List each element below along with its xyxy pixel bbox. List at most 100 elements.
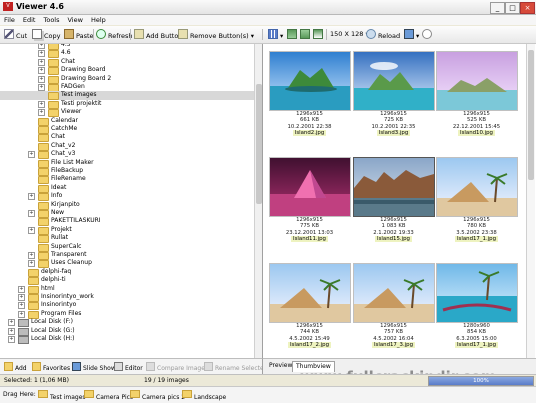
tree-item[interactable]: PAKETTILASKURI [0,217,254,227]
sort-desc-button[interactable] [300,29,312,40]
tree-item[interactable]: + Viewer [0,108,254,118]
sort-button[interactable] [287,29,299,40]
menu-help[interactable]: Help [87,15,110,25]
tree-item[interactable]: FileRename [0,175,254,185]
tree-item[interactable]: + FADGen [0,83,254,92]
thumbnail-grid[interactable]: 1296x915 661 KB 10.2.2001 22:38 Island2.jpg… [263,44,536,358]
expand-icon[interactable]: + [28,151,35,159]
thumbnail-item[interactable]: 1296x915 525 KB 22.12.2001 15:45 Island10.j… [435,46,519,148]
thumbnail-image[interactable] [353,157,435,217]
expand-icon[interactable]: + [18,302,25,310]
tree-item[interactable]: + html [0,285,254,294]
compare-images-button[interactable]: Compare Images [146,362,208,374]
rename-selected-button[interactable]: Rename Selected [204,362,268,374]
tree-item[interactable]: File List Maker [0,159,254,168]
expand-icon[interactable]: + [8,327,15,335]
slide-show-button[interactable]: Slide Show [72,362,116,374]
expand-icon[interactable]: + [28,252,35,259]
tree-item[interactable]: + Transparent [0,251,254,260]
expand-icon[interactable]: + [38,67,45,75]
tree-item[interactable]: + Chat [0,58,254,67]
drag-folder-landscape[interactable]: Landscape [182,390,226,401]
thumbnail-item[interactable]: 1296x915 780 KB 3.5.2002 23:38 Island17_1.j… [435,152,519,254]
paste-button[interactable]: Paste [64,29,94,40]
tree-item[interactable]: +4.6 [0,49,254,59]
minimize-button[interactable]: _ [490,2,505,14]
thumbnail-scrollbar[interactable] [526,44,535,358]
tree-item[interactable]: Ideat [0,184,254,193]
tree-item[interactable]: FileBackup [0,167,254,176]
tree-item[interactable]: delphi-ti [0,276,254,286]
remove-buttons-button[interactable]: Remove Button(s) ▾ [178,29,254,40]
view-mode-button[interactable]: ▾ [268,29,283,40]
tree-scrollbar-thumb[interactable] [256,84,262,204]
thumbnail-item[interactable]: 1296x915 775 KB 23.12.2001 13:03 Island11.j… [268,152,352,254]
tree-item[interactable]: + Testi projektit [0,100,254,109]
maximize-button[interactable]: □ [505,2,520,14]
favorites-button[interactable]: Favorites ▾ [32,362,75,374]
expand-icon[interactable]: + [28,260,35,268]
tree-item[interactable]: + Insinorintyo [0,301,254,311]
drag-folder-camera-pics-2[interactable]: Camera pics 2 [130,390,185,401]
expand-icon[interactable]: + [28,210,35,217]
tree-item[interactable]: + Program Files [0,310,254,319]
expand-icon[interactable]: + [28,226,35,234]
help-button[interactable] [422,29,434,40]
tree-item[interactable]: delphi-faq [0,268,254,277]
tree-item[interactable]: + Local Disk (G:) [0,327,254,336]
display-button[interactable]: ▾ [404,29,419,40]
expand-icon[interactable]: + [38,75,45,83]
thumbnail-image[interactable] [353,263,435,323]
tree-item[interactable]: Kirjanpito [0,201,254,210]
copy-button[interactable]: Copy [32,29,61,40]
thumbnail-item[interactable]: 1296x915 661 KB 10.2.2001 22:38 Island2.jpg [268,46,352,148]
tree-item[interactable]: + Local Disk (F:) [0,318,254,328]
tree-item[interactable]: + New [0,209,254,218]
thumbnail-image[interactable] [269,263,351,323]
drag-folder-camera-pics[interactable]: Camera Pics [84,390,133,401]
expand-icon[interactable]: + [38,50,45,58]
expand-icon[interactable]: + [38,44,45,49]
thumbnail-image[interactable] [436,51,518,111]
tree-item[interactable]: Rullat [0,234,254,244]
add-button-button[interactable]: Add Button [134,29,182,40]
close-button[interactable]: × [520,2,535,14]
cut-button[interactable]: Cut [4,29,27,40]
reload-button[interactable]: Reload [366,29,400,40]
expand-icon[interactable]: + [8,336,15,343]
expand-icon[interactable]: + [18,294,25,301]
menu-view[interactable]: View [64,15,87,25]
thumbnail-image[interactable] [436,157,518,217]
expand-icon[interactable]: + [38,84,45,91]
expand-icon[interactable]: + [18,310,25,318]
tab-preview[interactable]: Preview [266,361,295,371]
refresh-button[interactable]: Refresh [96,29,133,40]
folder-tree[interactable]: +4.5 +4.6 + Chat + Drawing Board + Drawing Boar… [0,44,263,358]
expand-icon[interactable]: + [38,100,45,108]
tree-item[interactable]: Chat_v2 [0,142,254,151]
tree-item[interactable]: + Info [0,192,254,202]
tree-item[interactable]: CatchMe [0,125,254,134]
thumbnail-item[interactable]: 1296x915 725 KB 10.2.2001 22:35 Island3.jpg [352,46,436,148]
thumb-size-select[interactable]: 150 X 128 ▾ [330,29,369,40]
tree-item[interactable]: + Drawing Board [0,66,254,76]
tree-item[interactable]: SuperCalc [0,243,254,252]
menu-file[interactable]: File [0,15,19,25]
expand-icon[interactable]: + [18,285,25,293]
thumbnail-item[interactable]: 1296x915 757 KB 4.5.2002 16:04 Island17_3.j… [352,258,436,358]
expand-icon[interactable]: + [8,319,15,327]
tree-scrollbar[interactable] [254,44,262,358]
expand-icon[interactable]: + [38,109,45,117]
thumbnail-image[interactable] [353,51,435,111]
thumbnail-image[interactable] [269,157,351,217]
thumbnail-scrollbar-thumb[interactable] [528,50,534,180]
add-favorite-button[interactable]: Add [4,362,27,374]
filter-button[interactable] [313,29,325,40]
thumbnail-item[interactable]: 1296x915 744 KB 4.5.2002 15:49 Island17_2.j… [268,258,352,358]
tree-item[interactable]: Chat [0,133,254,143]
tree-item[interactable]: + Local Disk (H:) [0,335,254,344]
expand-icon[interactable]: + [28,193,35,201]
thumbnail-item[interactable]: 1296x915 1 083 KB 2.1.2002 19:33 Island15.j… [352,152,436,254]
tree-item[interactable]: Calendar [0,117,254,126]
menu-tools[interactable]: Tools [39,15,63,25]
